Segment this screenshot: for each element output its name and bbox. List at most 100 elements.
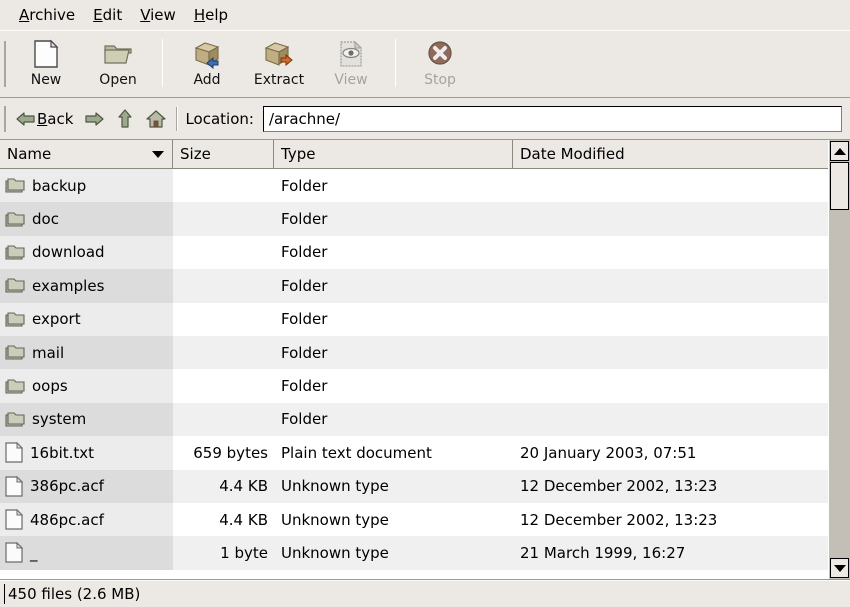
file-row-name-cell[interactable]: system: [0, 403, 173, 436]
file-list-area: Name Size Type Date Modified backup Folde…: [0, 140, 850, 580]
toolbar-separator-2: [395, 39, 396, 87]
table-row[interactable]: 386pc.acf4.4 KBUnknown type12 December 2…: [0, 470, 828, 503]
open-archive-button[interactable]: Open: [82, 37, 154, 88]
file-row-name-cell[interactable]: doc: [0, 202, 173, 235]
file-row-name-label: download: [32, 243, 105, 261]
folder-icon: [4, 310, 25, 329]
file-row-type-cell: Folder: [274, 403, 513, 436]
menu-view-mnemonic: V: [140, 6, 150, 24]
scroll-up-arrow-icon[interactable]: [830, 141, 849, 161]
back-rest: ack: [47, 110, 73, 128]
file-row-name-cell[interactable]: 486pc.acf: [0, 503, 173, 536]
scrollbar-thumb[interactable]: [830, 162, 849, 210]
table-row[interactable]: system Folder: [0, 403, 828, 436]
menu-help[interactable]: Help: [185, 4, 237, 26]
file-row-date-cell: 21 March 1999, 16:27: [513, 536, 828, 569]
file-row-date-cell: [513, 369, 828, 402]
file-row-type-cell: Folder: [274, 336, 513, 369]
file-row-name-cell[interactable]: examples: [0, 269, 173, 302]
scrollbar-track[interactable]: [829, 162, 850, 557]
menu-help-label: elp: [205, 6, 228, 24]
file-icon: [4, 542, 23, 563]
file-row-size-cell: 659 bytes: [173, 436, 274, 469]
file-row-date-cell: 12 December 2002, 13:23: [513, 470, 828, 503]
stop-button[interactable]: Stop: [404, 37, 476, 88]
extract-files-button[interactable]: Extract: [243, 37, 315, 88]
file-row-type-cell: Folder: [274, 202, 513, 235]
add-files-button[interactable]: Add: [171, 37, 243, 88]
table-row[interactable]: 486pc.acf4.4 KBUnknown type12 December 2…: [0, 503, 828, 536]
file-row-name-label: oops: [32, 377, 68, 395]
location-input[interactable]: /arachne/: [263, 106, 842, 132]
view-file-button[interactable]: View: [315, 37, 387, 88]
table-row[interactable]: exportFolder: [0, 303, 828, 336]
column-header-name-label: Name: [7, 145, 51, 163]
home-icon: [146, 109, 166, 128]
column-header-type-label: Type: [281, 145, 315, 163]
scroll-down-arrow-icon[interactable]: [830, 558, 849, 578]
file-row-name-cell[interactable]: mail: [0, 336, 173, 369]
table-row[interactable]: doc Folder: [0, 202, 828, 235]
table-row[interactable]: mail Folder: [0, 336, 828, 369]
menu-view-label: iew: [150, 6, 176, 24]
file-row-type-cell: Folder: [274, 169, 513, 202]
file-row-name-label: backup: [32, 177, 86, 195]
file-row-name-cell[interactable]: download: [0, 236, 173, 269]
file-row-size-cell: [173, 236, 274, 269]
folder-icon: [4, 210, 25, 229]
new-archive-button[interactable]: New: [10, 37, 82, 88]
arrow-left-icon: [16, 110, 35, 128]
menu-archive[interactable]: Archive: [10, 4, 84, 26]
file-row-name-cell[interactable]: 386pc.acf: [0, 470, 173, 503]
column-header-date[interactable]: Date Modified: [513, 140, 828, 168]
table-row[interactable]: examplesFolder: [0, 269, 828, 302]
toolbar-separator-1: [162, 39, 163, 87]
folder-icon: [4, 377, 25, 396]
file-row-size-cell: [173, 269, 274, 302]
view-file-icon: [337, 39, 365, 69]
status-bar-text: 450 files (2.6 MB): [8, 585, 140, 603]
toolbar-drag-handle[interactable]: [0, 31, 10, 97]
column-header-size[interactable]: Size: [173, 140, 274, 168]
back-button[interactable]: Back: [10, 107, 79, 131]
file-row-size-cell: 4.4 KB: [173, 503, 274, 536]
file-row-name-cell[interactable]: backup: [0, 169, 173, 202]
table-row[interactable]: backup Folder: [0, 169, 828, 202]
column-header-type[interactable]: Type: [274, 140, 513, 168]
table-row[interactable]: oopsFolder: [0, 369, 828, 402]
file-row-type-cell: Plain text document: [274, 436, 513, 469]
folder-icon: [4, 343, 25, 362]
table-row[interactable]: downloadFolder: [0, 236, 828, 269]
vertical-scrollbar[interactable]: [828, 140, 850, 579]
file-row-date-cell: [513, 236, 828, 269]
column-header-date-label: Date Modified: [520, 145, 625, 163]
menu-edit[interactable]: Edit: [84, 4, 131, 26]
table-row[interactable]: 16bit.txt659 bytesPlain text document20 …: [0, 436, 828, 469]
location-bar-drag-handle[interactable]: [0, 106, 10, 132]
status-bar-caret: [4, 584, 5, 604]
file-row-size-cell: [173, 169, 274, 202]
up-button[interactable]: [110, 106, 140, 131]
folder-icon: [4, 243, 25, 262]
menu-view[interactable]: View: [131, 4, 185, 26]
back-button-label: Back: [37, 110, 73, 128]
column-header-size-label: Size: [180, 145, 211, 163]
archive-manager-window: Archive Edit View Help New: [0, 0, 850, 607]
open-folder-icon: [103, 39, 133, 69]
column-header-name[interactable]: Name: [0, 140, 173, 168]
table-row[interactable]: _1 byteUnknown type21 March 1999, 16:27: [0, 536, 828, 569]
forward-button[interactable]: [79, 107, 110, 131]
new-document-icon: [32, 39, 60, 69]
file-row-date-cell: [513, 303, 828, 336]
new-archive-label: New: [31, 72, 62, 88]
extract-archive-icon: [264, 39, 294, 69]
file-row-size-cell: 4.4 KB: [173, 470, 274, 503]
file-row-name-cell[interactable]: export: [0, 303, 173, 336]
file-row-name-cell[interactable]: _: [0, 536, 173, 569]
add-files-label: Add: [193, 72, 220, 88]
file-row-name-cell[interactable]: oops: [0, 369, 173, 402]
file-row-name-cell[interactable]: 16bit.txt: [0, 436, 173, 469]
home-button[interactable]: [140, 106, 172, 131]
file-row-size-cell: [173, 303, 274, 336]
file-icon: [4, 476, 23, 497]
